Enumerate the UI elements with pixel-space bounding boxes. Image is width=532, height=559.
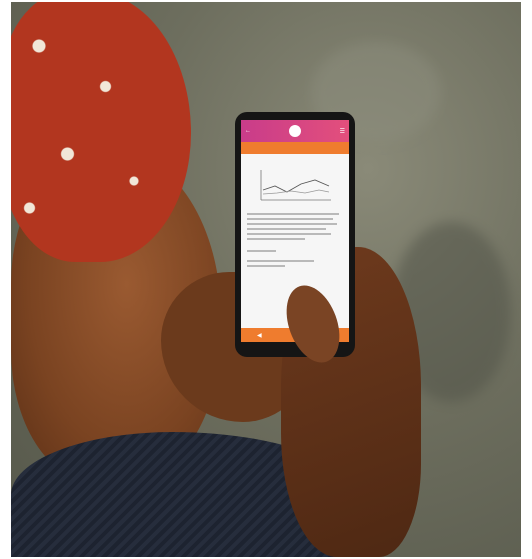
patterned-headwrap — [11, 2, 191, 262]
app-logo — [289, 125, 302, 137]
photograph: ← ☰ ◀ — [11, 2, 521, 557]
line-chart — [260, 170, 331, 201]
triangle-back-icon[interactable]: ◀ — [257, 332, 262, 339]
body-text-block — [241, 204, 349, 267]
app-header: ← ☰ — [241, 120, 349, 142]
app-subheader — [241, 142, 349, 154]
menu-icon[interactable]: ☰ — [340, 128, 345, 135]
left-arrow-icon[interactable]: ← — [245, 128, 251, 134]
